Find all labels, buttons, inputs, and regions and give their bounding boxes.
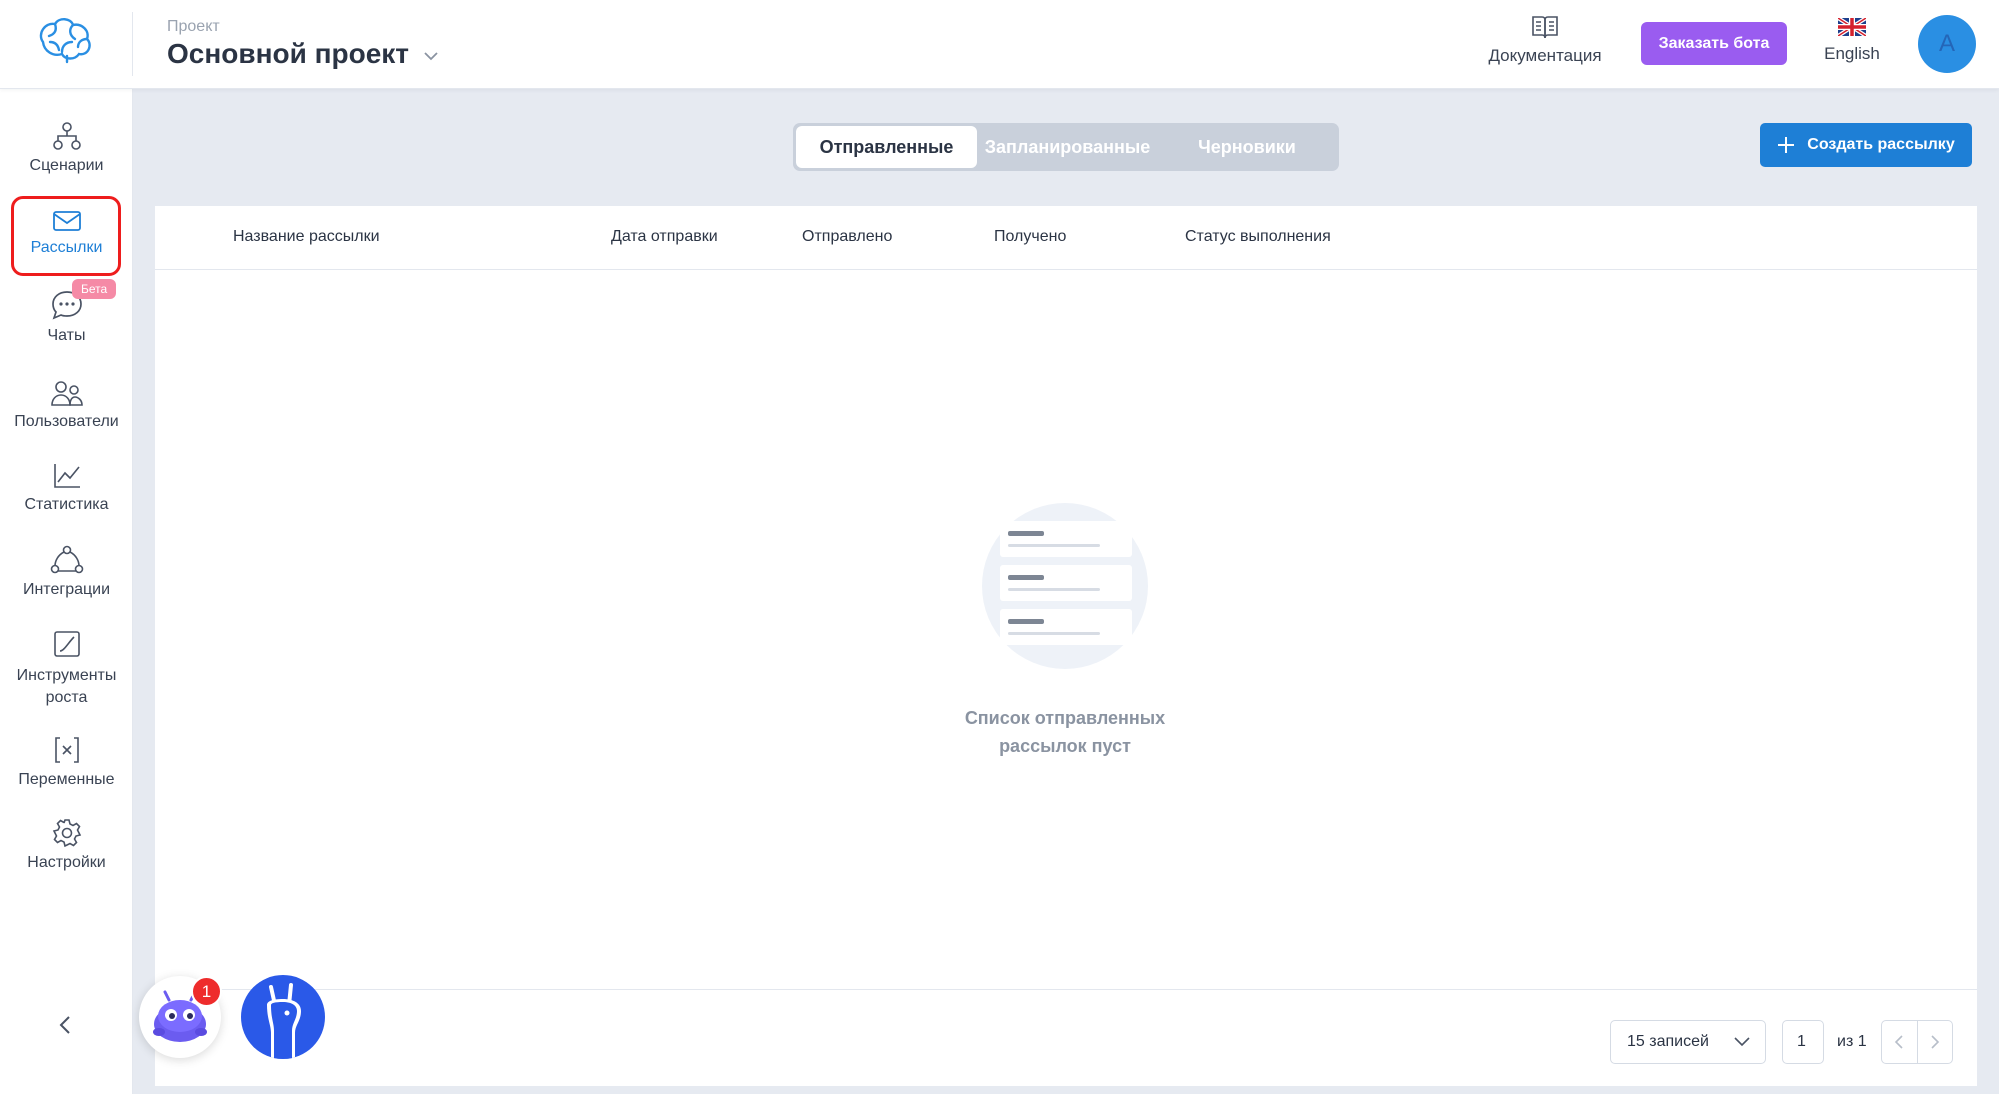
llama-mascot-icon bbox=[267, 983, 301, 1059]
per-page-value: 15 записей bbox=[1627, 1033, 1709, 1050]
documentation-label: Документация bbox=[1488, 46, 1602, 65]
plus-icon bbox=[1778, 137, 1795, 153]
project-name: Основной проект bbox=[167, 38, 410, 69]
column-header-name[interactable]: Название рассылки bbox=[233, 228, 380, 246]
growth-icon bbox=[53, 631, 80, 657]
sidebar-item-growth-tools[interactable]: Инструменты роста bbox=[0, 629, 133, 709]
user-avatar[interactable]: A bbox=[1918, 15, 1976, 73]
brain-logo-icon[interactable] bbox=[35, 16, 97, 66]
sidebar-item-label: Инструменты роста bbox=[16, 667, 117, 706]
page-number-input[interactable] bbox=[1782, 1020, 1824, 1064]
header-divider bbox=[132, 12, 133, 76]
next-page-button[interactable] bbox=[1918, 1021, 1953, 1063]
per-page-select[interactable]: 15 записей bbox=[1610, 1020, 1766, 1064]
table-footer: 15 записей из 1 bbox=[155, 989, 1977, 1086]
users-icon bbox=[50, 381, 83, 406]
empty-state-message: Список отправленных рассылок пуст bbox=[964, 708, 1166, 756]
column-header-received[interactable]: Получено bbox=[994, 228, 1066, 246]
order-bot-button[interactable]: Заказать бота bbox=[1641, 22, 1787, 65]
sidebar: Сценарии Рассылки Чаты Бета Пользователи… bbox=[0, 89, 133, 1094]
column-header-sent[interactable]: Отправлено bbox=[802, 228, 892, 246]
notification-badge: 1 bbox=[191, 976, 222, 1007]
chevron-right-icon bbox=[1931, 1035, 1939, 1049]
sidebar-item-statistics[interactable]: Статистика bbox=[0, 462, 133, 514]
sidebar-item-label: Пользователи bbox=[14, 413, 119, 430]
documentation-link[interactable]: Документация bbox=[1480, 14, 1610, 66]
column-header-status[interactable]: Статус выполнения bbox=[1185, 228, 1331, 246]
sidebar-item-label: Чаты bbox=[47, 327, 86, 344]
book-icon bbox=[1532, 16, 1558, 39]
llama-assistant-widget[interactable] bbox=[241, 975, 325, 1059]
chart-icon bbox=[53, 464, 80, 488]
main-area: Отправленные Запланированные Черновики С… bbox=[133, 89, 1999, 1094]
chevron-left-icon bbox=[1895, 1035, 1903, 1049]
language-label: English bbox=[1824, 44, 1880, 63]
create-mailing-button[interactable]: Создать рассылку bbox=[1760, 123, 1972, 167]
uk-flag-icon bbox=[1838, 18, 1866, 36]
page-total: из 1 bbox=[1837, 1033, 1867, 1050]
sidebar-item-label: Переменные bbox=[18, 771, 115, 788]
variables-icon bbox=[54, 737, 79, 763]
tab-sent[interactable]: Отправленные bbox=[796, 126, 977, 168]
sidebar-item-label: Интеграции bbox=[22, 581, 111, 598]
active-item-highlight bbox=[11, 196, 121, 276]
top-header: Проект Основной проект Документация Зака… bbox=[0, 0, 1999, 89]
mailings-table-card: Название рассылки Дата отправки Отправле… bbox=[155, 206, 1977, 1086]
collapse-sidebar-icon[interactable] bbox=[54, 1013, 78, 1037]
beta-badge: Бета bbox=[72, 279, 117, 299]
empty-list-illustration bbox=[982, 503, 1148, 669]
table-header: Название рассылки Дата отправки Отправле… bbox=[155, 206, 1977, 270]
mailing-tabs: Отправленные Запланированные Черновики bbox=[793, 123, 1339, 171]
settings-icon bbox=[52, 819, 81, 848]
tab-scheduled[interactable]: Запланированные bbox=[977, 126, 1158, 168]
prev-page-button[interactable] bbox=[1882, 1021, 1918, 1063]
sidebar-item-variables[interactable]: Переменные bbox=[0, 735, 133, 789]
chevron-down-icon bbox=[1734, 1037, 1750, 1047]
sidebar-item-label: Сценарии bbox=[29, 157, 104, 174]
language-switcher[interactable]: English bbox=[1820, 18, 1884, 64]
sidebar-item-integrations[interactable]: Интеграции bbox=[0, 545, 133, 599]
create-mailing-label: Создать рассылку bbox=[1807, 136, 1955, 153]
column-header-send-date[interactable]: Дата отправки bbox=[611, 228, 718, 246]
sidebar-item-users[interactable]: Пользователи bbox=[0, 379, 133, 431]
tab-drafts[interactable]: Черновики bbox=[1158, 126, 1336, 168]
sidebar-item-label: Настройки bbox=[27, 854, 106, 871]
sidebar-item-label: Статистика bbox=[24, 496, 109, 513]
sidebar-item-scenarios[interactable]: Сценарии bbox=[0, 121, 133, 175]
integrations-icon bbox=[50, 545, 83, 574]
chevron-down-icon bbox=[424, 52, 438, 61]
project-selector[interactable]: Основной проект bbox=[167, 38, 439, 70]
sidebar-item-settings[interactable]: Настройки bbox=[0, 818, 133, 872]
pager bbox=[1881, 1020, 1953, 1064]
scenarios-icon bbox=[52, 122, 81, 150]
project-caption: Проект bbox=[167, 18, 220, 35]
